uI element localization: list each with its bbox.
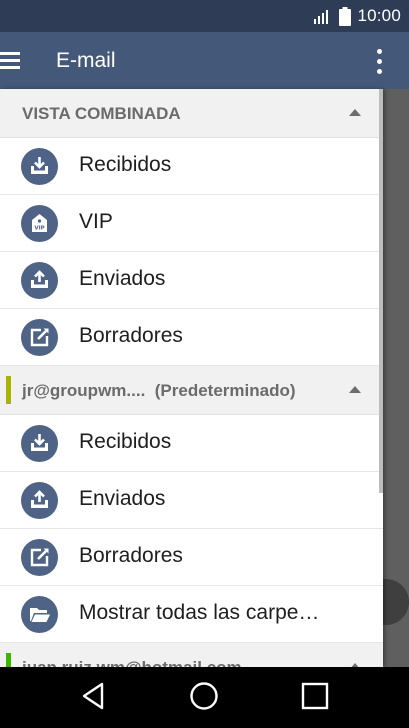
section-header-label: VISTA COMBINADA — [22, 104, 181, 123]
app-bar: E-mail — [0, 32, 409, 89]
section-header-account-hotmail[interactable]: juan.ruiz.wm@hotmail.com — [0, 643, 383, 667]
draft-edit-icon — [21, 319, 58, 356]
default-account-label: (Predeterminado) — [154, 381, 296, 400]
drawer-item-label: Enviados — [79, 487, 166, 510]
draft-edit-icon — [21, 539, 58, 576]
drawer-item-combined-sent[interactable]: Enviados — [0, 252, 383, 309]
drawer-item-label: Recibidos — [79, 153, 172, 176]
status-bar: 10:00 — [0, 0, 409, 32]
back-icon[interactable] — [80, 681, 106, 711]
svg-text:VIP: VIP — [34, 226, 44, 232]
hamburger-menu-icon[interactable] — [0, 52, 20, 70]
section-header-account-groupwm[interactable]: jr@groupwm.... (Predeterminado) — [0, 366, 383, 415]
vip-tag-icon: VIP — [21, 205, 58, 242]
drawer-item-label: Borradores — [79, 544, 183, 567]
account-color-indicator — [6, 376, 11, 404]
signal-icon — [314, 10, 328, 24]
drawer-item-label: VIP — [79, 210, 113, 233]
clock: 10:00 — [357, 6, 401, 25]
inbox-icon — [21, 425, 58, 462]
drawer-item-account-inbox[interactable]: Recibidos — [0, 415, 383, 472]
account-address: jr@groupwm.... — [22, 381, 146, 400]
drawer-item-label: Mostrar todas las carpe… — [79, 601, 320, 624]
outbox-icon — [21, 262, 58, 299]
collapse-caret-icon[interactable] — [349, 386, 361, 393]
drawer-scrim[interactable] — [363, 89, 409, 667]
folder-open-icon — [21, 596, 58, 633]
inbox-icon — [21, 148, 58, 185]
system-navigation-bar — [0, 667, 409, 728]
drawer-scrollbar[interactable] — [379, 89, 383, 493]
account-label: jr@groupwm.... (Predeterminado) — [22, 381, 296, 401]
drawer-item-account-drafts[interactable]: Borradores — [0, 529, 383, 586]
section-header-combined-view[interactable]: VISTA COMBINADA — [0, 89, 383, 138]
more-options-icon[interactable] — [375, 49, 383, 75]
navigation-drawer: VISTA COMBINADA Recibidos VIP VIP Enviad… — [0, 89, 383, 667]
drawer-item-label: Recibidos — [79, 430, 172, 453]
drawer-item-combined-inbox[interactable]: Recibidos — [0, 138, 383, 195]
collapse-caret-icon[interactable] — [349, 109, 361, 116]
recent-apps-icon[interactable] — [301, 681, 329, 711]
drawer-item-combined-drafts[interactable]: Borradores — [0, 309, 383, 366]
account-color-indicator — [6, 653, 11, 667]
account-address: juan.ruiz.wm@hotmail.com — [22, 658, 242, 667]
home-icon[interactable] — [189, 681, 219, 711]
drawer-item-label: Enviados — [79, 267, 166, 290]
drawer-item-show-all-folders[interactable]: Mostrar todas las carpe… — [0, 586, 383, 643]
battery-icon — [339, 7, 351, 26]
drawer-item-combined-vip[interactable]: VIP VIP — [0, 195, 383, 252]
outbox-icon — [21, 482, 58, 519]
drawer-item-label: Borradores — [79, 324, 183, 347]
drawer-item-account-sent[interactable]: Enviados — [0, 472, 383, 529]
app-title: E-mail — [56, 49, 116, 72]
